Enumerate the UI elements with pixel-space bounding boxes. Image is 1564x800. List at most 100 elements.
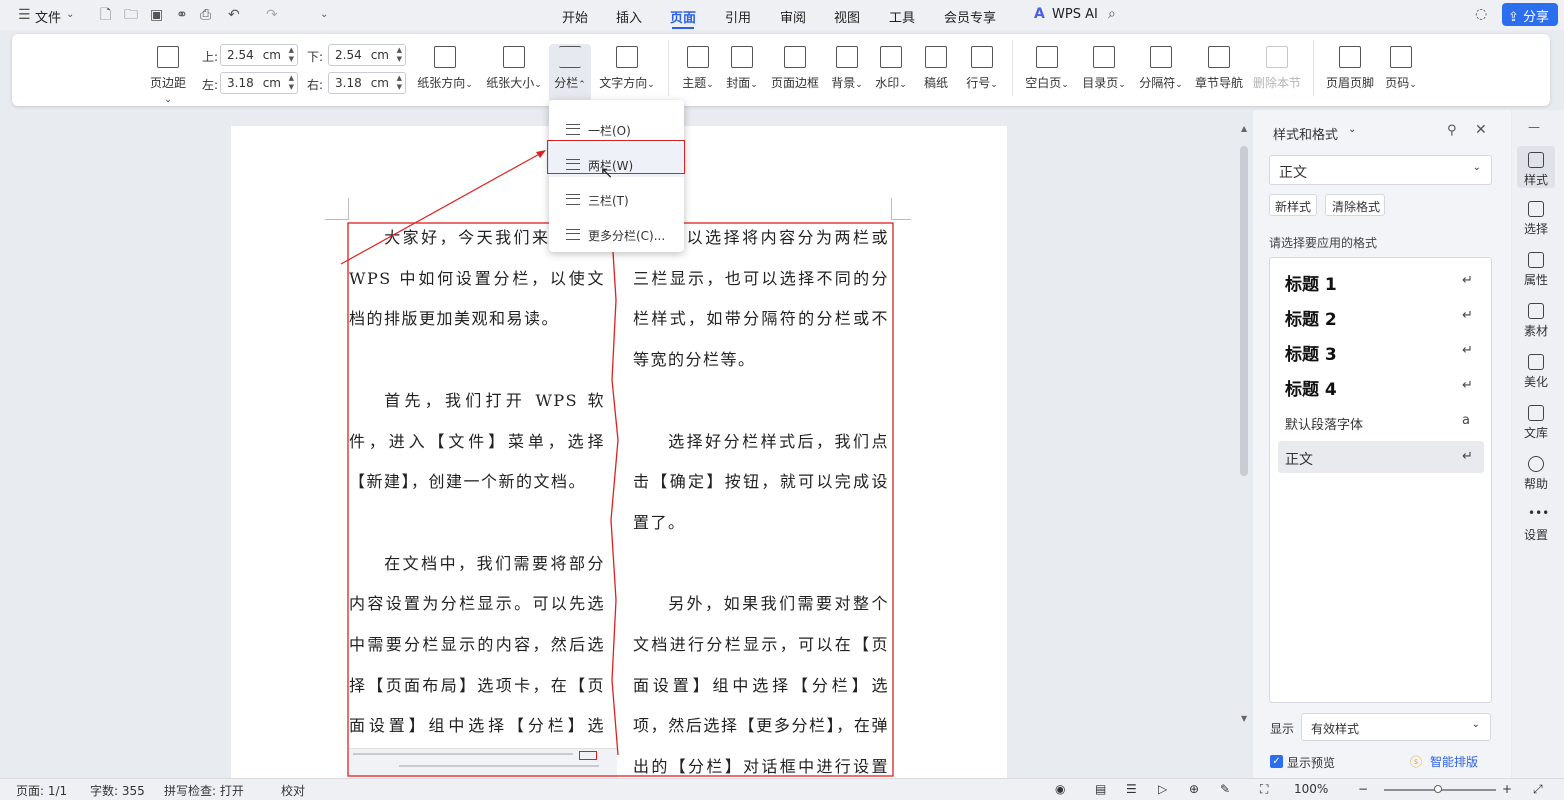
outline-view-icon[interactable]: ☰ (1126, 782, 1137, 796)
spinner-icon[interactable]: ▲ ▼ (289, 74, 294, 92)
file-menu[interactable]: 文件 (35, 7, 61, 26)
spell-check[interactable]: 拼写检查: 打开 (164, 782, 244, 799)
menu-item-more-columns[interactable]: 更多分栏(C)... (549, 213, 684, 247)
line-number-button[interactable]: 行号⌄ (964, 46, 1000, 91)
smart-layout-link[interactable]: 智能排版 (1430, 753, 1478, 770)
style-heading-1[interactable]: 标题 1 (1285, 270, 1337, 295)
watermark-button[interactable]: 水印⌄ (873, 46, 909, 91)
spinner-icon[interactable]: ▲ ▼ (289, 46, 294, 64)
style-select[interactable]: 正文 ⌄ (1269, 155, 1492, 185)
zoom-level[interactable]: 100% (1294, 782, 1328, 796)
column-left[interactable]: 大家好，今天我们来聊一下 WPS 中如何设置分栏，以使文档的排版更加美观和易读。… (349, 218, 605, 778)
columns-button[interactable]: 分栏⌃ (549, 44, 591, 102)
zoom-out-icon[interactable]: − (1358, 782, 1368, 796)
tab-member[interactable]: 会员专享 (944, 7, 996, 26)
clear-format-button[interactable]: 清除格式 (1325, 194, 1385, 216)
share-link-icon[interactable]: ⚭ (176, 8, 188, 22)
style-body[interactable]: 正文 (1285, 449, 1313, 469)
tab-view[interactable]: 视图 (834, 7, 860, 26)
background-button[interactable]: 背景⌄ (829, 46, 865, 91)
chevron-down-icon[interactable]: ⌄ (1348, 124, 1356, 135)
web-view-icon[interactable]: ⊕ (1189, 782, 1199, 796)
page-view-icon[interactable]: ▤ (1095, 782, 1106, 796)
top-margin-input[interactable]: 2.54 cm ▲ ▼ (220, 44, 298, 66)
pin-icon[interactable]: ⚲ (1447, 123, 1457, 138)
style-default-font[interactable]: 默认段落字体 (1285, 414, 1363, 433)
orientation-button[interactable]: 纸张方向⌄ (416, 46, 474, 91)
header-footer-button[interactable]: 页眉页脚 (1325, 46, 1375, 91)
zoom-in-icon[interactable]: + (1502, 782, 1512, 796)
column-right[interactable]: 可以选择将内容分为两栏或三栏显示，也可以选择不同的分栏样式，如带分隔符的分栏或不… (633, 218, 889, 778)
menu-item-one-column[interactable]: 一栏(O) (549, 108, 684, 142)
text-direction-button[interactable]: 文字方向⌄ (598, 46, 656, 91)
fullscreen-icon[interactable]: ⤢ (1533, 782, 1543, 797)
margins-button[interactable]: 页边距 ⌄ (145, 46, 191, 105)
tab-insert[interactable]: 插入 (616, 7, 642, 26)
blank-page-button[interactable]: 空白页⌄ (1024, 46, 1070, 91)
proofread[interactable]: 校对 (281, 782, 305, 799)
sidebar-item-settings[interactable]: ••• 设置 (1512, 507, 1560, 543)
spinner-icon[interactable]: ▲ ▼ (397, 46, 402, 64)
return-icon: ↵ (1462, 273, 1473, 288)
sidebar-item-styles[interactable]: 样式 (1512, 152, 1560, 188)
paper-size-button[interactable]: 纸张大小⌄ (485, 46, 543, 91)
tab-references[interactable]: 引用 (725, 7, 751, 26)
show-select[interactable]: 有效样式 ⌄ (1301, 713, 1491, 741)
share-button[interactable]: ⇪ 分享 (1502, 3, 1558, 26)
new-style-button[interactable]: 新样式 (1269, 194, 1317, 216)
cover-button[interactable]: 封面⌄ (724, 46, 760, 91)
toc-page-button[interactable]: 目录页⌄ (1080, 46, 1128, 91)
sidebar-item-materials[interactable]: 素材 (1512, 303, 1560, 339)
left-margin-input[interactable]: 3.18 cm ▲ ▼ (220, 72, 298, 94)
new-file-icon[interactable]: 🗋 (100, 8, 111, 22)
undo-icon[interactable]: ↶ (228, 8, 240, 22)
sidebar-item-properties[interactable]: 属性 (1512, 252, 1560, 288)
eye-icon[interactable]: ◉ (1055, 782, 1065, 796)
menu-item-three-columns[interactable]: 三栏(T) (549, 178, 684, 212)
vertical-scrollbar[interactable]: ▲ ▼ (1237, 118, 1253, 778)
spinner-icon[interactable]: ▲ ▼ (397, 74, 402, 92)
print-preview-icon[interactable]: ⎙ (200, 8, 211, 22)
fit-icon[interactable]: ⛶ (1260, 782, 1268, 797)
right-margin-label: 右: (307, 78, 324, 92)
sidebar-item-library[interactable]: 文库 (1512, 405, 1560, 441)
chevron-down-icon[interactable]: ⌄ (66, 8, 74, 22)
minimize-icon[interactable]: — (1528, 120, 1540, 134)
open-folder-icon[interactable]: 🗀 (124, 8, 138, 22)
section-nav-button[interactable]: 章节导航 (1194, 46, 1244, 91)
right-margin-input[interactable]: 3.18 cm ▲ ▼ (328, 72, 406, 94)
wps-ai-button[interactable]: WPS AI (1052, 7, 1098, 22)
theme-button[interactable]: 主题⌄ (680, 46, 716, 91)
separator-button[interactable]: 分隔符⌄ (1137, 46, 1185, 91)
sidebar-item-select[interactable]: 选择 (1512, 201, 1560, 237)
sidebar-item-beautify[interactable]: 美化 (1512, 354, 1560, 390)
tab-tools[interactable]: 工具 (889, 7, 915, 26)
chat-icon[interactable]: ◌ (1475, 7, 1487, 21)
page-border-button[interactable]: 页面边框 (770, 46, 820, 91)
panel-title[interactable]: 样式和格式 (1273, 124, 1338, 143)
pen-icon[interactable]: ✎ (1220, 782, 1230, 796)
tab-home[interactable]: 开始 (562, 7, 588, 26)
bottom-margin-input[interactable]: 2.54 cm ▲ ▼ (328, 44, 406, 66)
more-icon[interactable]: ⌄ (320, 8, 328, 22)
search-icon[interactable]: ⌕ (1108, 7, 1116, 21)
scroll-thumb[interactable] (1240, 146, 1248, 476)
manuscript-button[interactable]: 稿纸 (922, 46, 950, 91)
sidebar-item-help[interactable]: 帮助 (1512, 456, 1560, 492)
delete-section-button[interactable]: 删除本节 (1252, 46, 1302, 91)
page-number-button[interactable]: 页码⌄ (1383, 46, 1419, 91)
close-icon[interactable]: ✕ (1475, 122, 1487, 138)
style-heading-2[interactable]: 标题 2 (1285, 305, 1337, 330)
page-count[interactable]: 页面: 1/1 (16, 782, 67, 799)
style-heading-4[interactable]: 标题 4 (1285, 375, 1337, 400)
play-icon[interactable]: ▷ (1158, 782, 1167, 796)
save-icon[interactable]: ▣ (150, 8, 163, 22)
tab-page[interactable]: 页面 (670, 7, 696, 29)
tab-review[interactable]: 审阅 (780, 7, 806, 26)
preview-checkbox[interactable]: ✓ (1270, 755, 1283, 768)
style-heading-3[interactable]: 标题 3 (1285, 340, 1337, 365)
word-count[interactable]: 字数: 355 (90, 782, 145, 799)
zoom-slider-handle[interactable] (1434, 785, 1442, 793)
menu-icon[interactable]: ☰ (18, 8, 31, 22)
redo-icon[interactable]: ↷ (266, 8, 278, 22)
